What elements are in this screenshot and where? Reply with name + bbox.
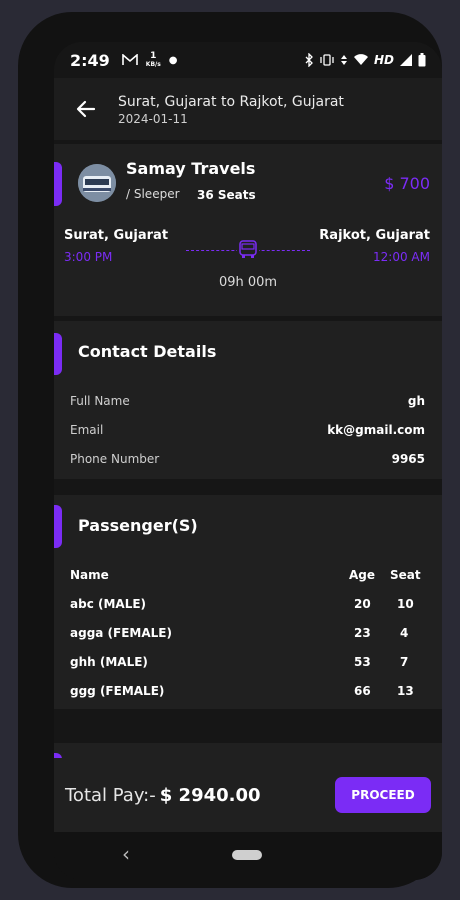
passenger-age: 53 bbox=[354, 655, 371, 669]
phone-frame: 2:49 1 KB/s ● HD Surat, Gujarat to Rajko… bbox=[18, 12, 442, 888]
app-screen: 2:49 1 KB/s ● HD Surat, Gujarat to Rajko… bbox=[54, 42, 442, 880]
passenger-seat: 7 bbox=[400, 655, 409, 669]
passenger-name: agga (FEMALE) bbox=[70, 626, 172, 640]
passengers-title: Passenger(S) bbox=[78, 516, 198, 535]
status-bar: 2:49 1 KB/s ● HD bbox=[54, 42, 442, 78]
vibrate-icon bbox=[320, 54, 334, 66]
accent-bar bbox=[54, 333, 62, 375]
accent-bar bbox=[54, 505, 62, 548]
notification-dot-icon: ● bbox=[168, 54, 178, 66]
header-text: Surat, Gujarat to Rajkot, Gujarat 2024-0… bbox=[118, 93, 344, 126]
passenger-seat: 10 bbox=[397, 597, 414, 611]
route-title: Surat, Gujarat to Rajkot, Gujarat bbox=[118, 93, 344, 110]
email-value: kk@gmail.com bbox=[327, 423, 425, 437]
network-speed-value: 1 bbox=[150, 50, 157, 61]
trip-price: $ 700 bbox=[384, 174, 430, 193]
passenger-age: 20 bbox=[354, 597, 371, 611]
contact-card: Contact Details Full Name gh Email kk@gm… bbox=[54, 321, 442, 479]
bus-photo-icon bbox=[78, 164, 116, 202]
status-time: 2:49 bbox=[70, 50, 110, 70]
full-name-value: gh bbox=[407, 394, 425, 408]
destination-city: Rajkot, Gujarat bbox=[319, 228, 430, 243]
data-icon bbox=[340, 55, 347, 65]
checkout-bar: Total Pay:- $ 2940.00 PROCEED bbox=[54, 758, 442, 832]
gmail-icon bbox=[121, 54, 138, 65]
signal-icon bbox=[400, 54, 412, 66]
departure-time: 3:00 PM bbox=[64, 250, 113, 264]
arrival-time: 12:00 AM bbox=[373, 250, 430, 264]
passenger-seat: 13 bbox=[397, 684, 414, 698]
origin-city: Surat, Gujarat bbox=[64, 228, 169, 243]
passenger-name: ggg (FEMALE) bbox=[70, 684, 165, 698]
journey-date: 2024-01-11 bbox=[118, 111, 188, 126]
passenger-name: ghh (MALE) bbox=[70, 655, 148, 669]
network-speed: 1 KB/s bbox=[145, 50, 161, 69]
wifi-icon bbox=[353, 54, 368, 65]
passenger-seat: 4 bbox=[400, 626, 409, 640]
passenger-name: abc (MALE) bbox=[70, 597, 147, 611]
hd-badge: HD bbox=[373, 53, 394, 67]
phone-value: 9965 bbox=[391, 452, 425, 466]
trip-duration: 09h 00m bbox=[218, 275, 278, 290]
col-header-seat: Seat bbox=[390, 568, 421, 582]
passengers-card: Passenger(S) Name Age Seat abc (MALE) 20… bbox=[54, 495, 442, 709]
back-arrow-icon[interactable] bbox=[74, 97, 98, 121]
nav-back-icon[interactable]: ‹ bbox=[122, 842, 130, 866]
col-header-name: Name bbox=[70, 568, 109, 582]
app-header: Surat, Gujarat to Rajkot, Gujarat 2024-0… bbox=[54, 78, 442, 140]
full-name-label: Full Name bbox=[70, 394, 130, 408]
system-nav-bar: ‹ bbox=[54, 832, 442, 880]
total-amount: $ 2940.00 bbox=[159, 784, 261, 806]
trip-card: Samay Travels / Sleeper 36 Seats $ 700 S… bbox=[54, 144, 442, 316]
operator-avatar bbox=[78, 164, 116, 202]
total-label: Total Pay:- bbox=[65, 784, 156, 806]
col-header-age: Age bbox=[349, 568, 376, 582]
passenger-age: 66 bbox=[354, 684, 371, 698]
bus-icon bbox=[237, 240, 259, 260]
email-label: Email bbox=[70, 423, 104, 437]
operator-name: Samay Travels bbox=[126, 159, 256, 178]
contact-title: Contact Details bbox=[78, 342, 217, 361]
seat-count: 36 Seats bbox=[197, 188, 256, 202]
accent-bar bbox=[54, 162, 62, 206]
bluetooth-icon bbox=[305, 53, 313, 67]
nav-home-pill[interactable] bbox=[232, 850, 262, 860]
network-speed-unit: KB/s bbox=[145, 60, 161, 68]
bus-type: / Sleeper bbox=[126, 187, 180, 201]
battery-icon bbox=[418, 53, 426, 67]
proceed-button[interactable]: PROCEED bbox=[335, 777, 431, 813]
phone-label: Phone Number bbox=[70, 452, 160, 466]
passenger-age: 23 bbox=[354, 626, 371, 640]
